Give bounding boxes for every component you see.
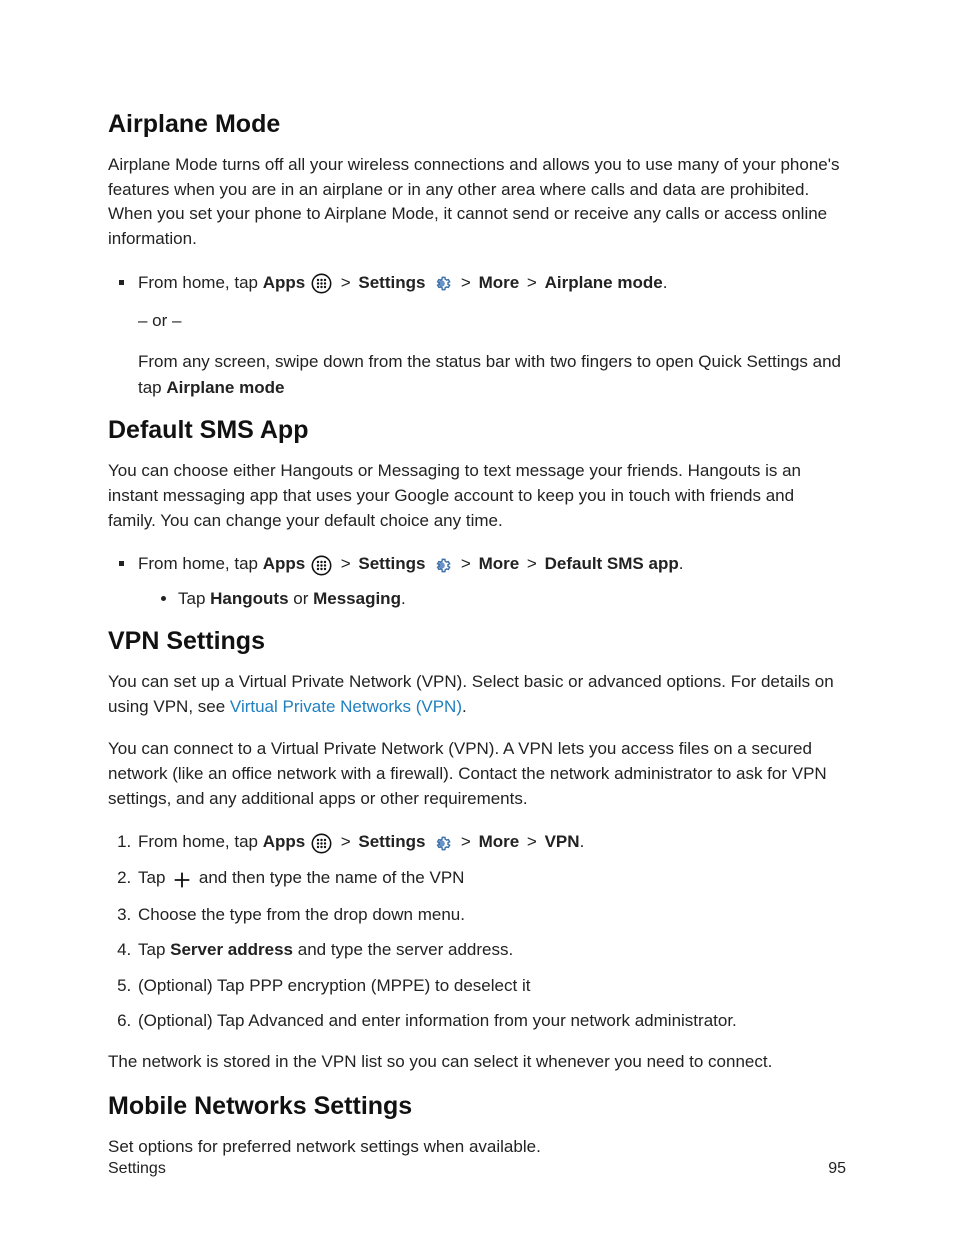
- apps-icon: [311, 552, 332, 578]
- separator-gt: >: [338, 832, 354, 851]
- label-more: More: [479, 554, 520, 573]
- separator-gt: >: [338, 273, 354, 292]
- list-item: (Optional) Tap PPP encryption (MPPE) to …: [136, 973, 846, 999]
- text-tap: Tap: [138, 940, 170, 959]
- separator-gt: >: [458, 273, 474, 292]
- list-airplane-steps: From home, tap Apps > Settings > More > …: [108, 270, 846, 401]
- label-default-sms-app: Default SMS app: [545, 554, 679, 573]
- label-settings: Settings: [358, 273, 425, 292]
- para-vpn-intro-1: You can set up a Virtual Private Network…: [108, 670, 846, 719]
- list-item: Choose the type from the drop down menu.: [136, 902, 846, 928]
- label-more: More: [479, 832, 520, 851]
- list-item: Tap Hangouts or Messaging.: [178, 586, 846, 612]
- list-item: From home, tap Apps > Settings > More > …: [136, 551, 846, 611]
- page-footer: Settings 95: [108, 1160, 846, 1178]
- list-item: Tap Server address and type the server a…: [136, 937, 846, 963]
- settings-gear-icon: [431, 270, 452, 296]
- para-mobile-intro: Set options for preferred network settin…: [108, 1135, 846, 1160]
- list-vpn-steps: From home, tap Apps > Settings > More > …: [108, 829, 846, 1034]
- heading-mobile-networks: Mobile Networks Settings: [108, 1092, 846, 1121]
- heading-vpn-settings: VPN Settings: [108, 627, 846, 656]
- text-from-home: From home, tap: [138, 273, 263, 292]
- list-item: (Optional) Tap Advanced and enter inform…: [136, 1008, 846, 1034]
- settings-gear-icon: [431, 830, 452, 856]
- separator-gt: >: [458, 832, 474, 851]
- list-sms-steps: From home, tap Apps > Settings > More > …: [108, 551, 846, 611]
- label-vpn: VPN: [545, 832, 580, 851]
- para-sms-intro: You can choose either Hangouts or Messag…: [108, 459, 846, 533]
- list-sms-sub: Tap Hangouts or Messaging.: [138, 586, 846, 612]
- text-vpn-name: and then type the name of the VPN: [194, 868, 464, 887]
- apps-icon: [311, 270, 332, 296]
- separator-gt: >: [338, 554, 354, 573]
- heading-default-sms: Default SMS App: [108, 416, 846, 445]
- plus-icon: [171, 866, 193, 892]
- settings-gear-icon: [431, 552, 452, 578]
- link-vpn-details[interactable]: Virtual Private Networks (VPN): [230, 697, 462, 716]
- footer-section-label: Settings: [108, 1160, 166, 1178]
- list-item: From home, tap Apps > Settings > More > …: [136, 829, 846, 855]
- separator-gt: >: [458, 554, 474, 573]
- label-airplane-mode: Airplane mode: [545, 273, 663, 292]
- period: .: [663, 273, 668, 292]
- heading-airplane-mode: Airplane Mode: [108, 110, 846, 139]
- or-separator: – or –: [138, 308, 846, 334]
- text-tap: Tap: [138, 868, 170, 887]
- label-more: More: [479, 273, 520, 292]
- para-airplane-intro: Airplane Mode turns off all your wireles…: [108, 153, 846, 252]
- separator-gt: >: [524, 832, 540, 851]
- text-vpn-1c: .: [462, 697, 467, 716]
- label-airplane-mode-quick: Airplane mode: [166, 378, 284, 397]
- document-page: Airplane Mode Airplane Mode turns off al…: [0, 0, 954, 1238]
- label-settings: Settings: [358, 554, 425, 573]
- text-type-address: and type the server address.: [293, 940, 513, 959]
- label-apps: Apps: [263, 832, 306, 851]
- period: .: [679, 554, 684, 573]
- apps-icon: [311, 830, 332, 856]
- text-from-home: From home, tap: [138, 832, 263, 851]
- text-or: or: [289, 589, 314, 608]
- separator-gt: >: [524, 273, 540, 292]
- text-from-home: From home, tap: [138, 554, 263, 573]
- list-item: From home, tap Apps > Settings > More > …: [136, 270, 846, 401]
- text-tap: Tap: [178, 589, 210, 608]
- period: .: [580, 832, 585, 851]
- list-item: Tap and then type the name of the VPN: [136, 865, 846, 891]
- label-messaging: Messaging: [313, 589, 401, 608]
- text-vpn-1a: You can set up a Virtual Private Network…: [108, 672, 834, 716]
- label-apps: Apps: [263, 273, 306, 292]
- text-swipe-instruction: From any screen, swipe down from the sta…: [138, 349, 846, 400]
- footer-page-number: 95: [828, 1160, 846, 1178]
- label-settings: Settings: [358, 832, 425, 851]
- separator-gt: >: [524, 554, 540, 573]
- period: .: [401, 589, 406, 608]
- para-vpn-stored: The network is stored in the VPN list so…: [108, 1050, 846, 1075]
- label-apps: Apps: [263, 554, 306, 573]
- para-vpn-intro-2: You can connect to a Virtual Private Net…: [108, 737, 846, 811]
- label-server-address: Server address: [170, 940, 293, 959]
- label-hangouts: Hangouts: [210, 589, 288, 608]
